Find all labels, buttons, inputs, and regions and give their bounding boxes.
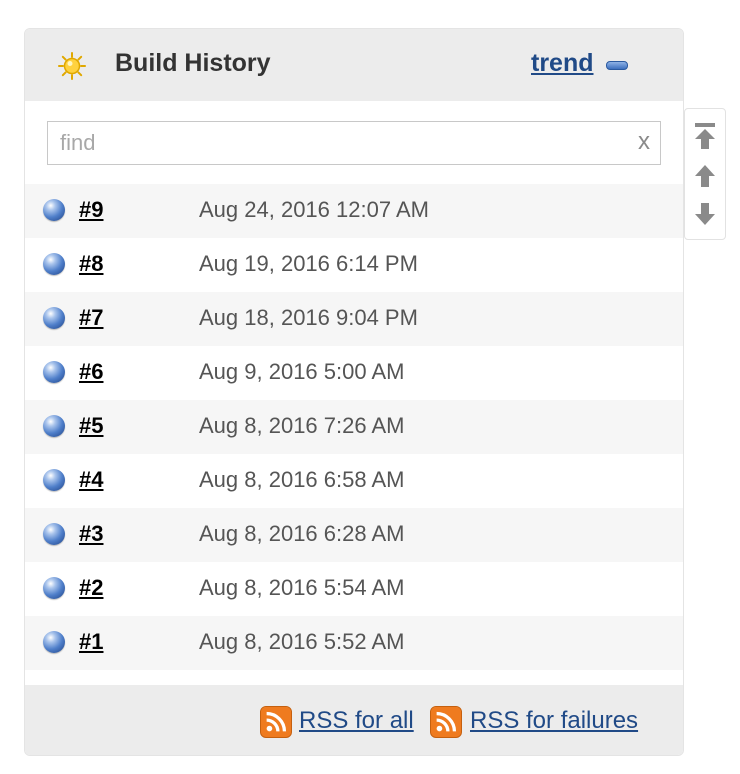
scroll-controls xyxy=(684,108,726,240)
build-number-link[interactable]: #3 xyxy=(79,521,103,547)
build-date: Aug 8, 2016 6:58 AM xyxy=(199,467,405,492)
build-number-link[interactable]: #2 xyxy=(79,575,103,601)
search-box: x xyxy=(47,121,661,165)
build-date: Aug 9, 2016 5:00 AM xyxy=(199,359,405,384)
build-history-panel: Build History trend x #9 Aug 24, 2016 12… xyxy=(24,28,684,756)
clear-search-button[interactable]: x xyxy=(638,128,650,156)
build-date: Aug 8, 2016 5:52 AM xyxy=(199,629,405,654)
trend-link[interactable]: trend xyxy=(531,49,594,78)
blue-ball-icon[interactable] xyxy=(43,253,65,275)
build-number-link[interactable]: #5 xyxy=(79,413,103,439)
scroll-up-icon[interactable] xyxy=(693,161,717,191)
blue-ball-icon[interactable] xyxy=(43,361,65,383)
rss-icon[interactable] xyxy=(430,706,462,738)
scroll-down-icon[interactable] xyxy=(693,199,717,229)
build-date: Aug 8, 2016 7:26 AM xyxy=(199,413,405,438)
build-list: #9 Aug 24, 2016 12:07 AM #8 Aug 19, 2016… xyxy=(25,184,683,670)
build-row: #3 Aug 8, 2016 6:28 AM xyxy=(25,508,683,562)
panel-title: Build History xyxy=(115,49,271,77)
build-number-link[interactable]: #1 xyxy=(79,629,103,655)
build-date: Aug 18, 2016 9:04 PM xyxy=(199,305,418,330)
blue-ball-icon[interactable] xyxy=(43,415,65,437)
blue-ball-icon[interactable] xyxy=(43,523,65,545)
build-date: Aug 8, 2016 6:28 AM xyxy=(199,521,405,546)
build-number-link[interactable]: #4 xyxy=(79,467,103,493)
build-row: #6 Aug 9, 2016 5:00 AM xyxy=(25,346,683,400)
build-row: #1 Aug 8, 2016 5:52 AM xyxy=(25,616,683,670)
blue-ball-icon[interactable] xyxy=(43,469,65,491)
search-input[interactable] xyxy=(48,122,632,164)
build-number-link[interactable]: #6 xyxy=(79,359,103,385)
rss-failures-link[interactable]: RSS for failures xyxy=(470,707,638,735)
build-history-header: Build History trend xyxy=(25,29,683,101)
blue-ball-icon[interactable] xyxy=(43,199,65,221)
blue-ball-icon[interactable] xyxy=(43,307,65,329)
build-row: #9 Aug 24, 2016 12:07 AM xyxy=(25,184,683,238)
blue-ball-icon[interactable] xyxy=(43,631,65,653)
build-row: #2 Aug 8, 2016 5:54 AM xyxy=(25,562,683,616)
build-number-link[interactable]: #9 xyxy=(79,197,103,223)
build-number-link[interactable]: #7 xyxy=(79,305,103,331)
rss-icon[interactable] xyxy=(260,706,292,738)
build-date: Aug 8, 2016 5:54 AM xyxy=(199,575,405,600)
blue-ball-icon[interactable] xyxy=(43,577,65,599)
rss-footer: RSS for all RSS for failures xyxy=(25,685,683,755)
scroll-top-icon[interactable] xyxy=(693,121,717,151)
build-row: #8 Aug 19, 2016 6:14 PM xyxy=(25,238,683,292)
collapse-icon[interactable] xyxy=(606,61,628,70)
build-row: #7 Aug 18, 2016 9:04 PM xyxy=(25,292,683,346)
build-row: #4 Aug 8, 2016 6:58 AM xyxy=(25,454,683,508)
build-number-link[interactable]: #8 xyxy=(79,251,103,277)
build-row: #5 Aug 8, 2016 7:26 AM xyxy=(25,400,683,454)
sun-icon xyxy=(58,52,86,80)
build-date: Aug 19, 2016 6:14 PM xyxy=(199,251,418,276)
rss-all-link[interactable]: RSS for all xyxy=(299,707,414,735)
build-date: Aug 24, 2016 12:07 AM xyxy=(199,197,429,222)
